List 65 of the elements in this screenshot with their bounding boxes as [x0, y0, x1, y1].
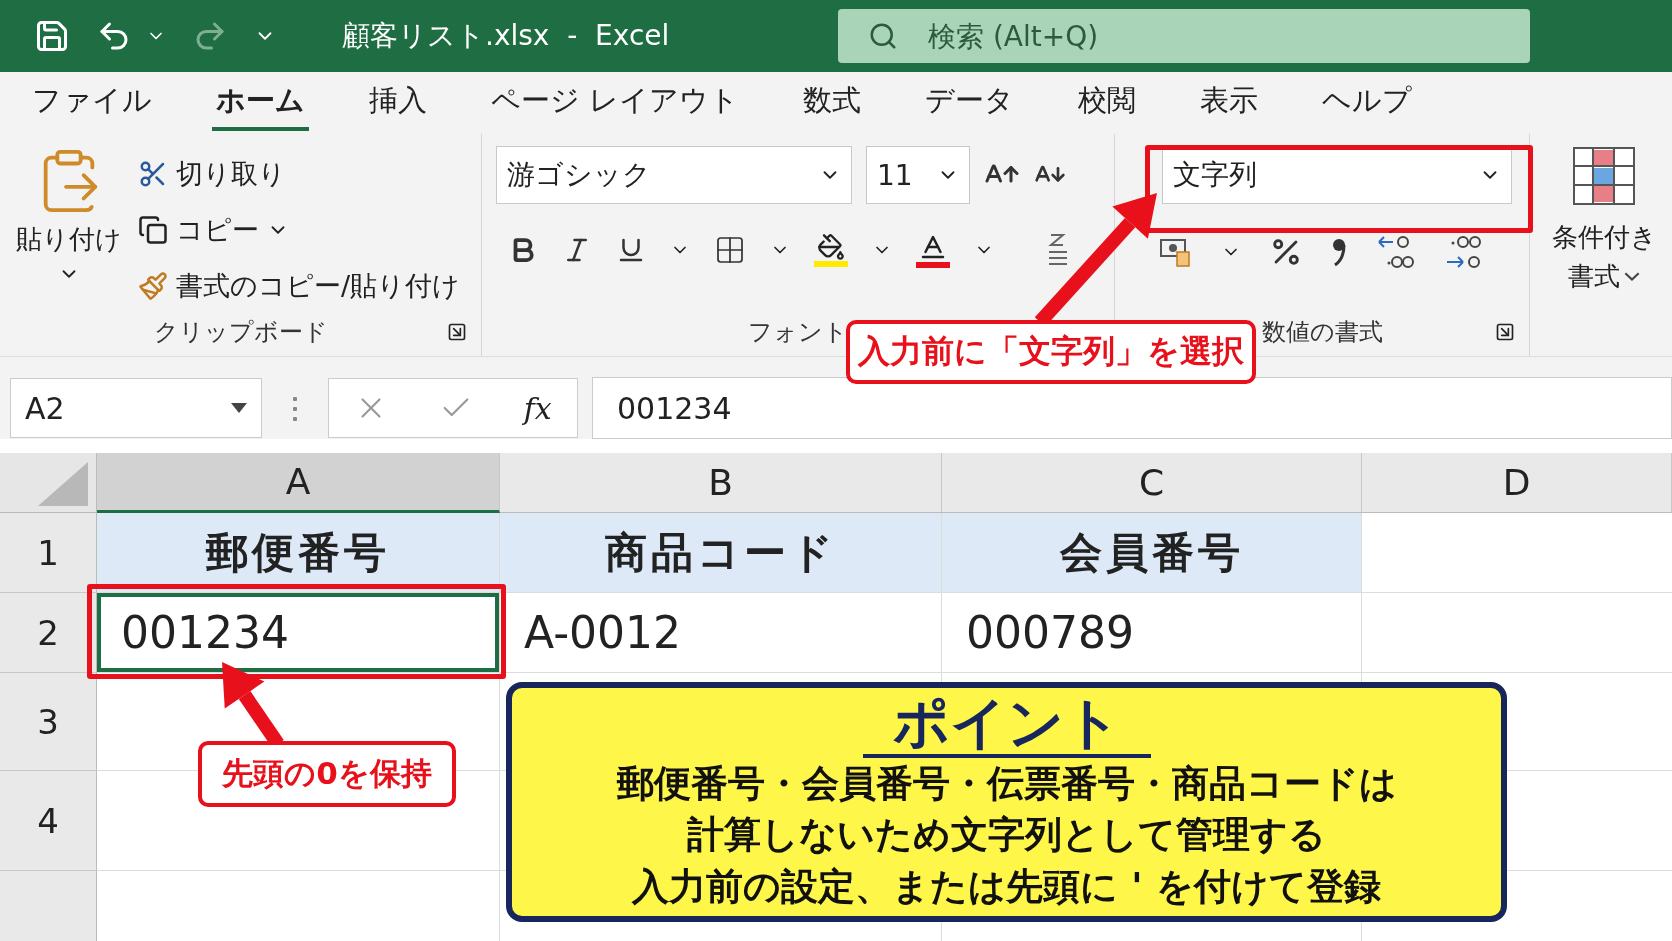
font-name: 游ゴシック — [507, 157, 651, 193]
column-header[interactable]: A — [97, 453, 500, 513]
orientation-icon[interactable] — [1046, 232, 1070, 268]
launcher-icon[interactable] — [1495, 322, 1515, 342]
conditional-format-icon — [1572, 146, 1636, 206]
accounting-icon[interactable] — [1159, 236, 1193, 268]
column-header[interactable]: C — [942, 453, 1362, 513]
column-header[interactable]: D — [1362, 453, 1672, 513]
cut-button[interactable]: 切り取り — [138, 156, 461, 192]
point-text: 入力前の設定、または先頭に ' を付けて登録 — [632, 864, 1381, 911]
format-painter-button[interactable]: 書式のコピー/貼り付け — [138, 268, 461, 304]
row-header[interactable]: 3 — [0, 673, 97, 771]
launcher-icon[interactable] — [447, 322, 467, 342]
search-icon — [868, 21, 898, 51]
formula-field[interactable]: 001234 — [592, 377, 1672, 439]
ribbon-tab[interactable]: ページ レイアウト — [487, 75, 744, 131]
name-box[interactable]: A2 — [10, 378, 262, 438]
copy-icon — [138, 215, 168, 245]
table-cell[interactable]: 会員番号 — [942, 513, 1362, 593]
table-cell[interactable]: 商品コード — [500, 513, 942, 593]
font-size-dropdown[interactable]: 11 — [866, 146, 970, 204]
ribbon-tab[interactable]: 挿入 — [365, 75, 431, 131]
format-painter-label: 書式のコピー/貼り付け — [176, 269, 461, 303]
caret-icon — [231, 403, 247, 413]
ribbon-tab[interactable]: 表示 — [1196, 75, 1263, 131]
borders-icon[interactable] — [714, 234, 746, 266]
table-cell[interactable]: 郵便番号 — [97, 513, 500, 593]
callout: 先頭の0を保持 — [198, 741, 456, 807]
group-label: 数値の書式 — [1261, 317, 1383, 348]
conditional-format-label: 条件付き — [1551, 221, 1657, 254]
point-title: ポイント — [862, 692, 1151, 758]
ribbon-tab[interactable]: データ — [921, 75, 1019, 131]
window-title: 顧客リスト.xlsx - Excel — [342, 18, 671, 54]
group-label: フォント — [748, 317, 848, 348]
cell-reference: A2 — [25, 390, 65, 426]
point-text: 計算しないため文字列として管理する — [687, 812, 1326, 859]
row-header[interactable]: 4 — [0, 771, 97, 871]
conditional-format-button[interactable]: 条件付き 書式 — [1544, 146, 1664, 294]
triangle-icon — [38, 462, 88, 506]
ribbon-tab[interactable]: 数式 — [799, 75, 866, 131]
number-format: 文字列 — [1173, 157, 1257, 193]
font-name-dropdown[interactable]: 游ゴシック — [496, 146, 852, 204]
paste-label: 貼り付け — [16, 223, 122, 256]
callout: 入力前に「文字列」を選択 — [846, 320, 1256, 384]
paintbrush-icon — [138, 271, 168, 301]
ribbon-tab[interactable]: ヘルプ — [1318, 75, 1417, 131]
table-cell[interactable]: 001234 — [97, 593, 500, 673]
save-icon[interactable] — [34, 18, 70, 54]
fill-color-icon[interactable] — [814, 233, 848, 267]
font-size: 11 — [877, 158, 913, 192]
group-label: クリップボード — [153, 317, 328, 348]
ribbon-tab[interactable]: ファイル — [28, 75, 156, 131]
caret-icon — [1624, 272, 1640, 281]
row-header[interactable]: 1 — [0, 513, 97, 593]
copy-button[interactable]: コピー — [138, 212, 461, 248]
point-text: 郵便番号・会員番号・伝票番号・商品コードは — [616, 760, 1397, 807]
cut-label: 切り取り — [176, 157, 286, 191]
ribbon-tab[interactable]: 校閲 — [1074, 75, 1141, 131]
paste-button[interactable]: 貼り付け — [14, 146, 124, 314]
search-field[interactable]: 検索 (Alt+Q) — [838, 9, 1530, 63]
column-header[interactable]: B — [500, 453, 942, 513]
row-header[interactable]: 2 — [0, 593, 97, 673]
conditional-format-label: 書式 — [1568, 260, 1620, 293]
insert-function-button[interactable]: fx — [523, 390, 552, 426]
copy-label: コピー — [176, 213, 259, 247]
